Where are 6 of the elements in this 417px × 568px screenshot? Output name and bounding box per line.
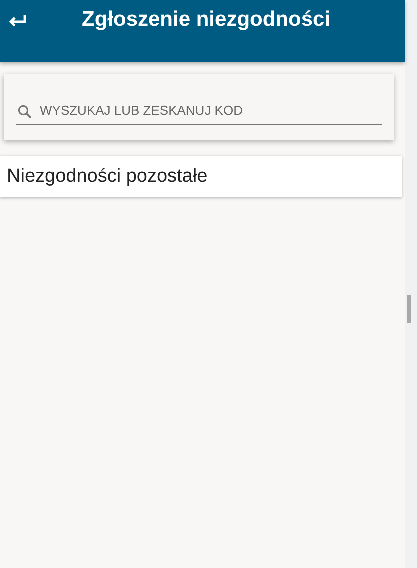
page-title: Zgłoszenie niezgodności xyxy=(82,7,331,33)
scrollbar-thumb[interactable] xyxy=(407,295,411,323)
list-item[interactable]: Niezgodności pozostałe xyxy=(0,156,402,197)
return-arrow-icon xyxy=(8,14,28,28)
search-icon xyxy=(18,105,32,119)
search-field[interactable]: WYSZUKAJ LUB ZESKANUJ KOD xyxy=(16,97,382,125)
